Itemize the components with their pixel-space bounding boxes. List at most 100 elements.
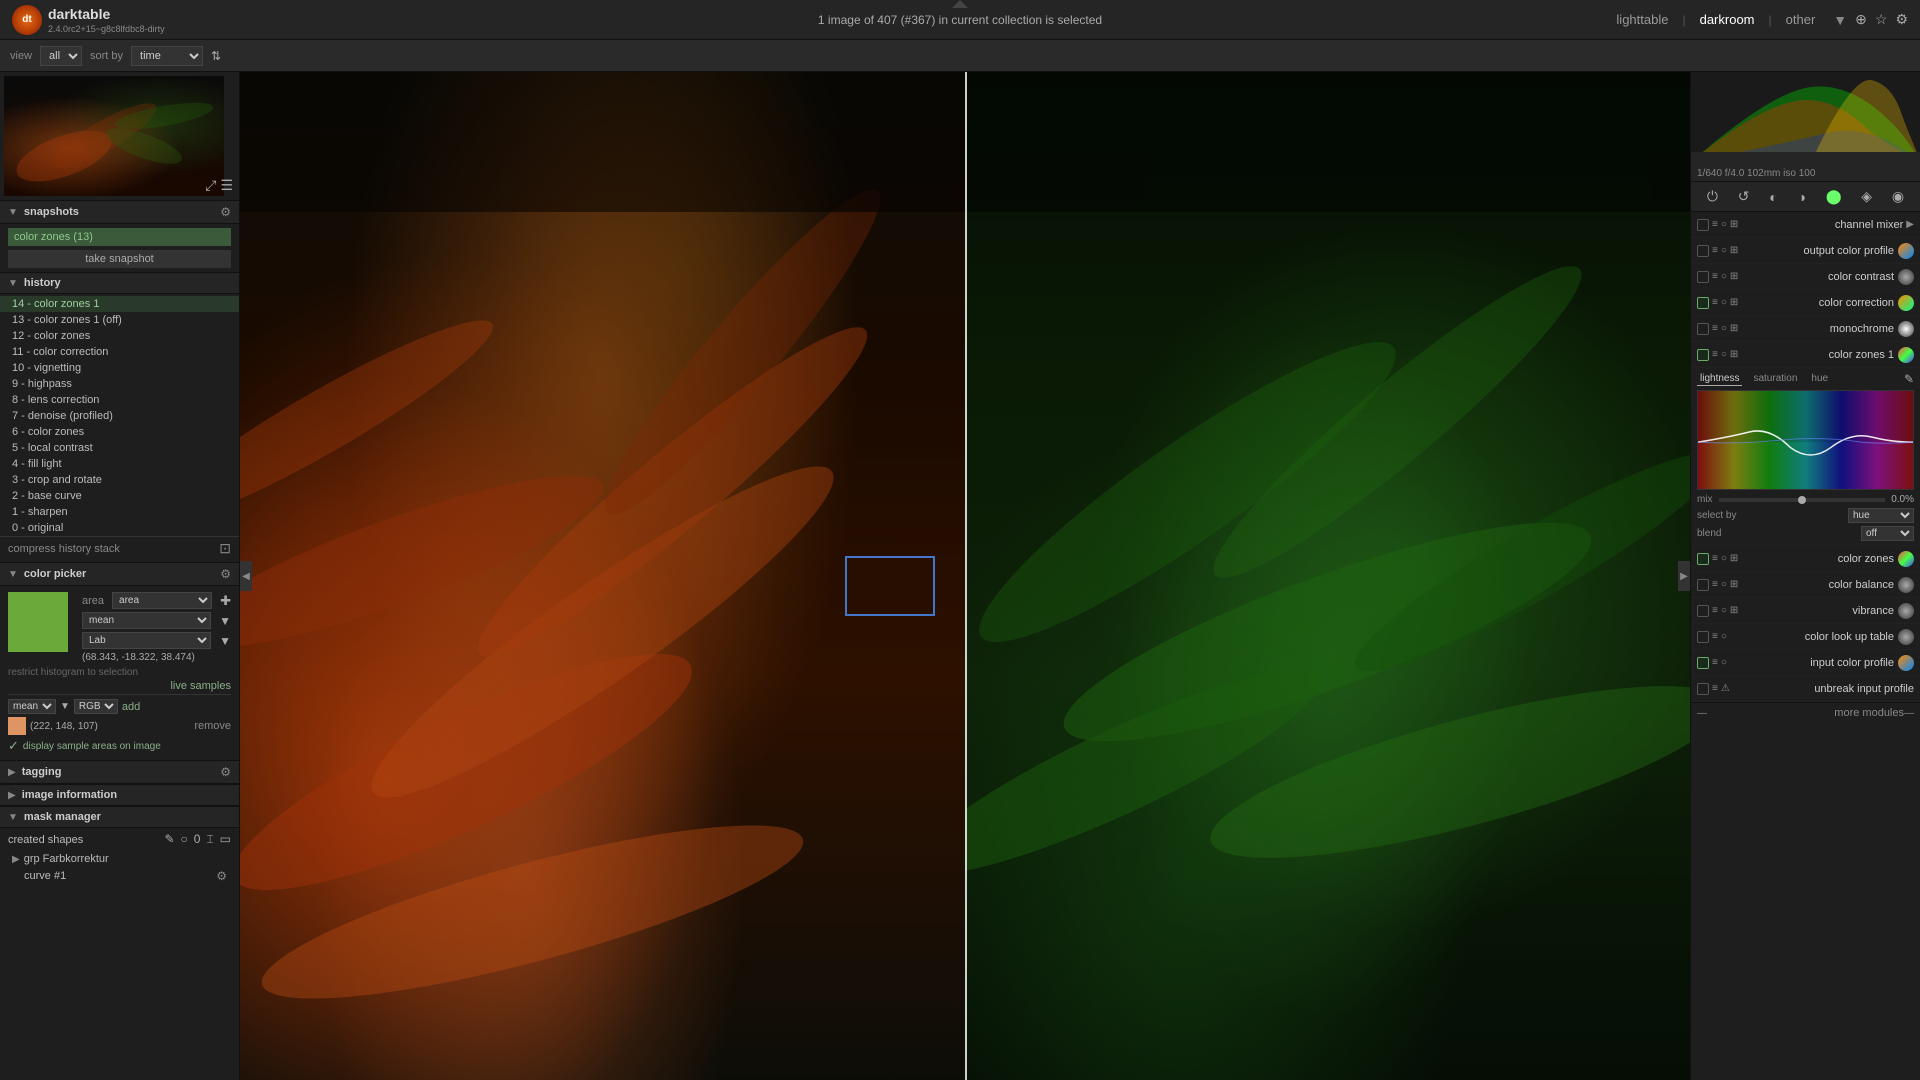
icp-label[interactable]: input color profile bbox=[1730, 657, 1894, 669]
icp-icon2[interactable]: ○ bbox=[1721, 657, 1727, 668]
history-item-0[interactable]: 0 - original bbox=[0, 520, 239, 536]
mix-handle[interactable] bbox=[1798, 496, 1806, 504]
history-item-12[interactable]: 12 - color zones bbox=[0, 328, 239, 344]
vib-icon1[interactable]: ≡ bbox=[1712, 605, 1718, 616]
sample-color-select[interactable]: RGB Lab bbox=[74, 699, 118, 714]
uip-icon1[interactable]: ≡ bbox=[1712, 683, 1718, 694]
history-item-2[interactable]: 2 - base curve bbox=[0, 488, 239, 504]
color-pick-icon[interactable]: ✚ bbox=[220, 593, 231, 609]
ocp-icon3[interactable]: ⊞ bbox=[1730, 245, 1738, 256]
softproof-icon[interactable]: ◉ bbox=[1890, 186, 1906, 207]
channel-mixer-icon1[interactable]: ≡ bbox=[1712, 219, 1718, 230]
history-item-10[interactable]: 10 - vignetting bbox=[0, 360, 239, 376]
channel-mixer-icon3[interactable]: ⊞ bbox=[1730, 219, 1738, 230]
history-item-13[interactable]: 13 - color zones 1 (off) bbox=[0, 312, 239, 328]
cz-tab-hue[interactable]: hue bbox=[1808, 372, 1831, 386]
settings-icon[interactable]: ⚙ bbox=[1895, 11, 1908, 28]
nav-dropdown[interactable]: ▼ bbox=[1833, 12, 1847, 28]
zoom-icon[interactable]: ⊕ bbox=[1855, 11, 1867, 28]
color-picker-gear[interactable]: ⚙ bbox=[220, 567, 231, 581]
cz-label[interactable]: color zones bbox=[1741, 553, 1894, 565]
mean-select[interactable]: mean min max bbox=[82, 612, 211, 629]
cz-tab-lightness[interactable]: lightness bbox=[1697, 372, 1742, 386]
sort-order-icon[interactable]: ⇅ bbox=[211, 49, 221, 63]
icp-enable[interactable] bbox=[1697, 657, 1709, 669]
ccor-icon3[interactable]: ⊞ bbox=[1730, 297, 1738, 308]
clut-label[interactable]: color look up table bbox=[1730, 631, 1894, 643]
top-arrow-up[interactable] bbox=[952, 0, 968, 8]
mono-label[interactable]: monochrome bbox=[1741, 323, 1894, 335]
right-panel-toggle[interactable]: ▶ bbox=[1678, 561, 1690, 591]
mono-enable[interactable] bbox=[1697, 323, 1709, 335]
area-select[interactable]: area bbox=[112, 592, 212, 609]
sample-down-icon[interactable]: ▼ bbox=[60, 701, 70, 712]
mask-manager-header[interactable]: ▼ mask manager bbox=[0, 806, 239, 828]
history-item-11[interactable]: 11 - color correction bbox=[0, 344, 239, 360]
cz1-enable[interactable] bbox=[1697, 349, 1709, 361]
cz-enable[interactable] bbox=[1697, 553, 1709, 565]
cz-icon2[interactable]: ○ bbox=[1721, 553, 1727, 564]
lab-down-icon[interactable]: ▼ bbox=[219, 634, 231, 648]
clut-enable[interactable] bbox=[1697, 631, 1709, 643]
history-item-4[interactable]: 4 - fill light bbox=[0, 456, 239, 472]
cz1-icon2[interactable]: ○ bbox=[1721, 349, 1727, 360]
mono-icon1[interactable]: ≡ bbox=[1712, 323, 1718, 334]
vib-icon3[interactable]: ⊞ bbox=[1730, 605, 1738, 616]
star-icon[interactable]: ☆ bbox=[1875, 11, 1888, 28]
more-modules-btn[interactable]: more modules bbox=[1834, 707, 1904, 719]
power-icon[interactable]: ⏻ bbox=[1705, 186, 1720, 207]
mono-icon3[interactable]: ⊞ bbox=[1730, 323, 1738, 334]
cb-enable[interactable] bbox=[1697, 579, 1709, 591]
select-by-select[interactable]: hue saturation lightness bbox=[1848, 508, 1914, 523]
overexpose-icon[interactable]: ◑ bbox=[1796, 187, 1808, 207]
mono-icon2[interactable]: ○ bbox=[1721, 323, 1727, 334]
display-sample-label[interactable]: display sample areas on image bbox=[23, 741, 161, 752]
cz-icon3[interactable]: ⊞ bbox=[1730, 553, 1738, 564]
cc-icon3[interactable]: ⊞ bbox=[1730, 271, 1738, 282]
history-item-7[interactable]: 7 - denoise (profiled) bbox=[0, 408, 239, 424]
ccor-enable[interactable] bbox=[1697, 297, 1709, 309]
ccor-icon2[interactable]: ○ bbox=[1721, 297, 1727, 308]
path-icon[interactable]: ⌶ bbox=[206, 832, 213, 847]
thumb-nav-btn[interactable]: ☰ bbox=[220, 177, 233, 194]
view-select[interactable]: all bbox=[40, 46, 82, 66]
cb-icon2[interactable]: ○ bbox=[1721, 579, 1727, 590]
cz1-icon3[interactable]: ⊞ bbox=[1730, 349, 1738, 360]
cz1-label[interactable]: color zones 1 bbox=[1741, 349, 1894, 361]
history-header[interactable]: ▼ history bbox=[0, 272, 239, 294]
ocp-label[interactable]: output color profile bbox=[1741, 245, 1894, 257]
take-snapshot-button[interactable]: take snapshot bbox=[8, 250, 231, 268]
cc-icon2[interactable]: ○ bbox=[1721, 271, 1727, 282]
rect-icon[interactable]: ▭ bbox=[220, 832, 231, 847]
mean-down-icon[interactable]: ▼ bbox=[219, 614, 231, 628]
history-item-9[interactable]: 9 - highpass bbox=[0, 376, 239, 392]
add-sample-btn[interactable]: add bbox=[122, 701, 140, 713]
nav-darkroom[interactable]: darkroom bbox=[1694, 10, 1761, 29]
cb-icon3[interactable]: ⊞ bbox=[1730, 579, 1738, 590]
history-item-8[interactable]: 8 - lens correction bbox=[0, 392, 239, 408]
color-icon[interactable]: ⬤ bbox=[1824, 186, 1844, 207]
image-information-header[interactable]: ▶ image information bbox=[0, 784, 239, 806]
cc-label[interactable]: color contrast bbox=[1741, 271, 1894, 283]
circle-icon[interactable]: ○ bbox=[181, 832, 188, 847]
tagging-header[interactable]: ▶ tagging ⚙ bbox=[0, 760, 239, 784]
lab-select[interactable]: Lab RGB HSL bbox=[82, 632, 211, 649]
history-item-14[interactable]: 14 - color zones 1 bbox=[0, 296, 239, 312]
ocp-icon1[interactable]: ≡ bbox=[1712, 245, 1718, 256]
live-samples-btn[interactable]: live samples bbox=[170, 680, 231, 692]
snapshots-header[interactable]: ▼ snapshots ⚙ bbox=[0, 200, 239, 224]
history-item-5[interactable]: 5 - local contrast bbox=[0, 440, 239, 456]
channel-mixer-enable[interactable] bbox=[1697, 219, 1709, 231]
cz-icon1[interactable]: ≡ bbox=[1712, 553, 1718, 564]
nav-lighttable[interactable]: lighttable bbox=[1610, 10, 1674, 29]
uip-label[interactable]: unbreak input profile bbox=[1733, 683, 1914, 695]
cz1-icon1[interactable]: ≡ bbox=[1712, 349, 1718, 360]
uip-enable[interactable] bbox=[1697, 683, 1709, 695]
sample-mode-select[interactable]: mean min max bbox=[8, 699, 56, 714]
ocp-enable[interactable] bbox=[1697, 245, 1709, 257]
channel-mixer-label[interactable]: channel mixer bbox=[1741, 219, 1903, 231]
remove-sample-btn[interactable]: remove bbox=[194, 720, 231, 732]
nav-other[interactable]: other bbox=[1780, 10, 1822, 29]
cc-enable[interactable] bbox=[1697, 271, 1709, 283]
mask-item-grp[interactable]: ▶ grp Farbkorrektur bbox=[8, 851, 231, 867]
